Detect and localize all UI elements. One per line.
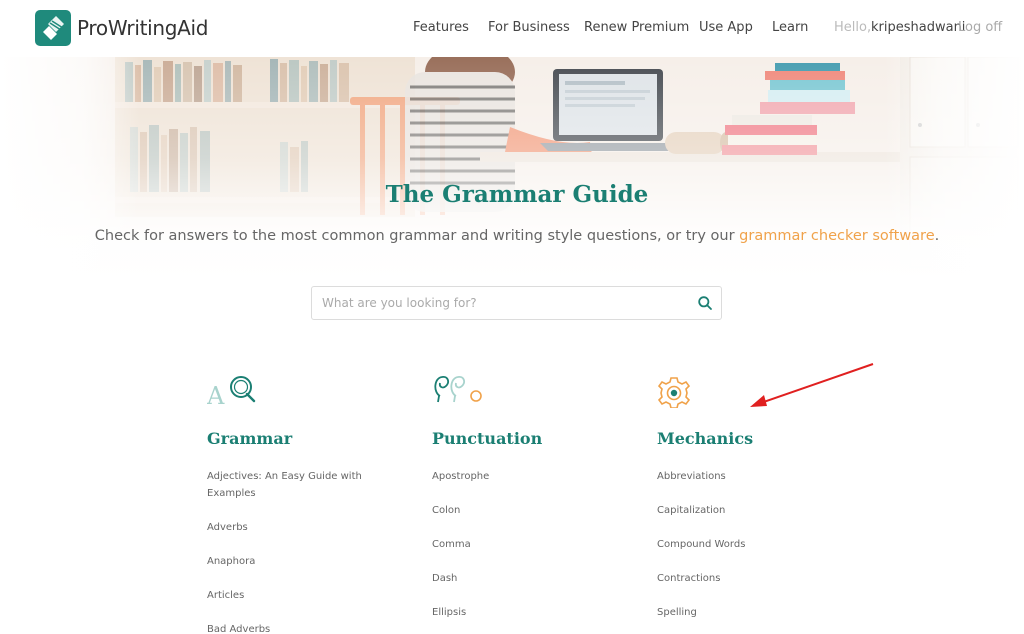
hero-left-fade xyxy=(0,57,140,282)
topic-link[interactable]: Adjectives: An Easy Guide with Examples xyxy=(207,468,377,519)
punctuation-marks-icon xyxy=(432,372,492,408)
site-header: ProWritingAid Features For Business Rene… xyxy=(0,0,1024,57)
grammar-aq-icon: A xyxy=(206,372,267,410)
page-title: The Grammar Guide xyxy=(385,181,649,208)
topic-link[interactable]: Abbreviations xyxy=(657,468,827,502)
mechanics-topic-list: Abbreviations Capitalization Compound Wo… xyxy=(657,468,827,634)
search-input[interactable] xyxy=(322,287,682,319)
topic-link[interactable]: Compound Words xyxy=(657,536,827,570)
hello-label: Hello, xyxy=(834,20,872,35)
gear-icon xyxy=(657,372,717,409)
punctuation-topic-list: Apostrophe Colon Comma Dash Ellipsis xyxy=(432,468,602,634)
grammar-topic-list: Adjectives: An Easy Guide with Examples … xyxy=(207,468,377,634)
logo-icon xyxy=(35,10,71,46)
search-icon[interactable] xyxy=(697,295,713,311)
search-box xyxy=(311,286,722,320)
category-title-grammar[interactable]: Grammar xyxy=(207,429,292,448)
subtitle-period: . xyxy=(934,228,940,244)
subtitle-text: Check for answers to the most common gra… xyxy=(94,228,740,244)
topic-link[interactable]: Comma xyxy=(432,536,602,570)
topic-link[interactable]: Adverbs xyxy=(207,519,377,553)
topic-link[interactable]: Articles xyxy=(207,587,377,621)
category-title-punctuation[interactable]: Punctuation xyxy=(432,429,542,448)
page-subtitle: Check for answers to the most common gra… xyxy=(0,228,1024,244)
topic-link[interactable]: Anaphora xyxy=(207,553,377,587)
logo[interactable]: ProWritingAid xyxy=(35,10,209,46)
topic-link[interactable]: Colon xyxy=(432,502,602,536)
logoff-link[interactable]: Log off xyxy=(958,20,1002,35)
nav-use-app[interactable]: Use App xyxy=(699,20,753,35)
topic-link[interactable]: Capitalization xyxy=(657,502,827,536)
hero-banner xyxy=(0,57,1024,282)
topic-link[interactable]: Apostrophe xyxy=(432,468,602,502)
nav-renew-premium[interactable]: Renew Premium xyxy=(584,20,689,35)
nav-features[interactable]: Features xyxy=(413,20,469,35)
topic-link[interactable]: Spelling xyxy=(657,604,827,634)
svg-text:A: A xyxy=(207,382,225,408)
username[interactable]: kripeshadwani xyxy=(871,20,965,35)
nav-for-business[interactable]: For Business xyxy=(488,20,570,35)
topic-link[interactable]: Ellipsis xyxy=(432,604,602,634)
nav-learn[interactable]: Learn xyxy=(772,20,808,35)
hero-fade-overlay xyxy=(0,57,1024,282)
category-title-mechanics[interactable]: Mechanics xyxy=(657,429,753,448)
topic-link[interactable]: Bad Adverbs xyxy=(207,621,377,634)
annotation-arrow-icon xyxy=(750,363,874,407)
topic-link[interactable]: Dash xyxy=(432,570,602,604)
hero-right-fade xyxy=(884,57,1024,282)
topic-link[interactable]: Contractions xyxy=(657,570,827,604)
logo-text: ProWritingAid xyxy=(77,16,209,40)
grammar-checker-link[interactable]: grammar checker software xyxy=(739,228,934,244)
